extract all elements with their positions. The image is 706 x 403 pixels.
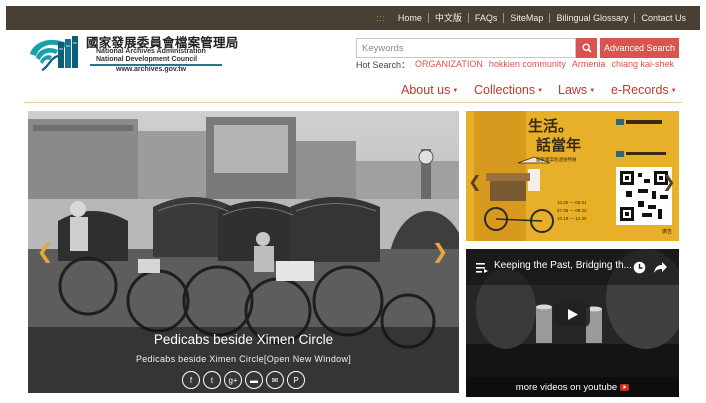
hot-search-label: Hot Search： [356,59,411,70]
banner-next-arrow[interactable]: ❯ [662,173,675,191]
nav-label: e-Records [611,83,669,97]
youtube-video[interactable]: Keeping the Past, Bridging th... more vi… [466,249,679,397]
email-icon[interactable]: ✉ [266,371,284,389]
twitter-icon[interactable]: t [203,371,221,389]
video-title[interactable]: Keeping the Past, Bridging th... [494,260,632,271]
banner-dates: 10.20 — 06.01 07.06 — 09.22 10.19 — 12.3… [557,200,587,221]
slider-prev-arrow[interactable]: ❮ [37,239,54,263]
facebook-icon[interactable]: f [182,371,200,389]
more-videos-link[interactable]: more videos on youtube [466,377,679,397]
nav-label: About us [401,83,451,97]
logo-english-council: National Development Council [96,55,198,63]
caret-down-icon: ▼ [670,88,677,94]
banner-prev-arrow[interactable]: ❮ [468,173,481,191]
search-icon [581,43,592,53]
exhibition-banner[interactable]: 生活。 話當年 國家檔案巡迴展特展 10.20 — 06.01 07.06 — … [466,111,679,241]
top-bar: ::: Home 中文版 FAQs SiteMap Bilingual Glos… [6,6,700,30]
nav-label: Collections [474,83,536,97]
nav-e-records[interactable]: e-Records ▼ [611,80,677,100]
ad-label: 廣告 [662,229,673,235]
hot-search-term[interactable]: hokkien community [489,59,566,69]
logo-english-name: National Archives Administration [96,48,206,55]
slider-next-arrow[interactable]: ❯ [432,239,449,263]
banner-title: 生活。 [528,117,574,135]
hot-search-term[interactable]: chiang kai-shek [611,59,674,69]
banner-title-2: 話當年 [536,136,582,154]
site-logo[interactable]: 國家發展委員會檔案管理局 National Archives Administr… [28,30,238,74]
play-button-icon[interactable] [554,302,590,327]
playlist-icon[interactable] [476,263,488,273]
top-link-chinese[interactable]: 中文版 [427,13,468,23]
nav-laws[interactable]: Laws ▼ [558,80,595,100]
hot-search-term[interactable]: Armenia [572,59,606,69]
search-button[interactable] [576,38,597,58]
caret-down-icon: ▼ [589,88,596,94]
advanced-search-button[interactable]: Advanced Search [600,38,679,58]
top-link-faqs[interactable]: FAQs [467,13,504,23]
hero-slider[interactable]: ❮ ❯ Pedicabs beside Ximen Circle Pedicab… [28,111,459,393]
top-link-home[interactable]: Home [392,13,428,23]
search-input[interactable] [356,38,576,58]
more-videos-label: more videos on youtube [515,381,618,393]
top-link-sitemap[interactable]: SiteMap [503,13,549,23]
banner-subtitle: 國家檔案巡迴展特展 [536,157,577,162]
watch-later-icon[interactable] [633,261,646,274]
plurk-icon[interactable]: P [287,371,305,389]
caret-down-icon: ▼ [537,88,544,94]
nav-label: Laws [558,83,588,97]
hot-search: Hot Search： ORGANIZATION hokkien communi… [356,58,680,70]
logo-url: www.archives.gov.tw [116,66,187,73]
top-links: ::: Home 中文版 FAQs SiteMap Bilingual Glos… [376,6,692,30]
top-link-glossary[interactable]: Bilingual Glossary [549,13,634,23]
archives-logo-icon [30,36,78,72]
caret-down-icon: ▼ [452,88,459,94]
share-icon[interactable] [654,262,667,273]
google-plus-icon[interactable]: g+ [224,371,242,389]
top-link-contact[interactable]: Contact Us [634,13,692,23]
nav-divider [24,102,682,103]
youtube-icon [620,383,630,391]
slide-link[interactable]: Pedicabs beside Ximen Circle[Open New Wi… [28,354,459,364]
nav-about-us[interactable]: About us ▼ [401,80,458,100]
share-bar: f t g+ ▬ ✉ P [28,371,459,389]
nav-collections[interactable]: Collections ▼ [474,80,543,100]
slide-caption: Pedicabs beside Ximen Circle Pedicabs be… [28,327,459,393]
menu-dots-icon: ::: [376,13,386,23]
slide-title[interactable]: Pedicabs beside Ximen Circle [28,332,459,347]
line-icon[interactable]: ▬ [245,371,263,389]
hot-search-term[interactable]: ORGANIZATION [415,59,483,69]
